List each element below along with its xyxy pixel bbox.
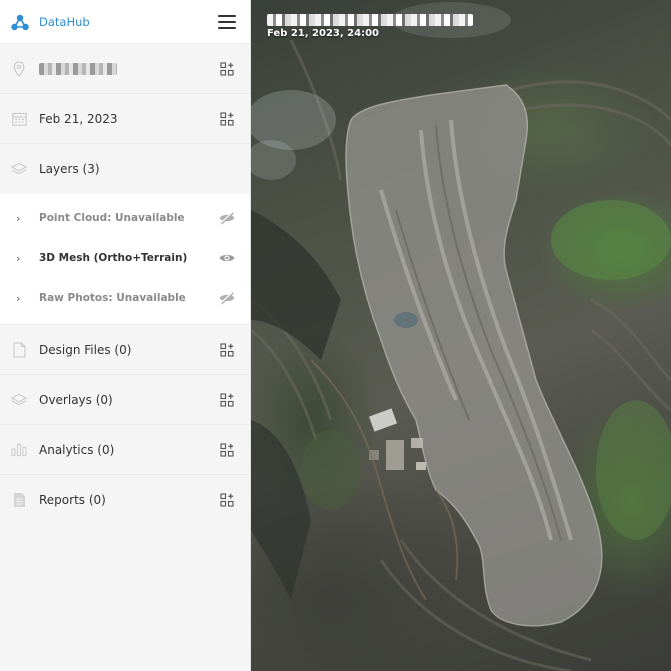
layers-title: Layers (3) [39, 162, 100, 176]
overlays-row[interactable]: Overlays (0) [0, 375, 250, 425]
reports-row[interactable]: Reports (0) [0, 475, 250, 525]
date-row[interactable]: Feb 21, 2023 [0, 94, 250, 144]
location-label [39, 62, 220, 76]
menu-icon[interactable] [218, 14, 236, 29]
document-icon [11, 492, 27, 508]
redacted-map-title [267, 14, 473, 26]
layer-label: 3D Mesh (Ortho+Terrain) [39, 252, 188, 264]
eye-off-icon[interactable] [218, 291, 236, 305]
add-widget-icon[interactable] [220, 442, 234, 457]
map-timestamp: Feb 21, 2023, 24:00 [267, 28, 379, 39]
top-bar: DataHub [0, 0, 250, 44]
brand-name: DataHub [39, 14, 90, 29]
layers-list: › Point Cloud: Unavailable › 3D Mesh (Or… [0, 194, 250, 325]
layers-icon [11, 161, 27, 177]
location-pin-icon [11, 60, 27, 77]
date-label: Feb 21, 2023 [39, 111, 118, 126]
overlays-label: Overlays (0) [39, 392, 113, 407]
analytics-row[interactable]: Analytics (0) [0, 425, 250, 475]
eye-icon[interactable] [218, 251, 236, 265]
file-icon [11, 341, 27, 358]
datahub-logo-icon [11, 14, 29, 30]
design-files-row[interactable]: Design Files (0) [0, 325, 250, 375]
redacted-location [39, 63, 117, 75]
add-widget-icon[interactable] [220, 111, 234, 126]
layer-label: Raw Photos: Unavailable [39, 292, 186, 304]
location-row[interactable] [0, 44, 250, 94]
map-view[interactable]: Feb 21, 2023, 24:00 [251, 0, 671, 671]
layer-item-point-cloud[interactable]: › Point Cloud: Unavailable [0, 198, 250, 238]
layer-item-raw-photos[interactable]: › Raw Photos: Unavailable [0, 278, 250, 318]
layers-icon [11, 392, 27, 408]
chevron-right-icon[interactable]: › [16, 212, 26, 225]
layer-item-3d-mesh[interactable]: › 3D Mesh (Ortho+Terrain) [0, 238, 250, 278]
eye-off-icon[interactable] [218, 211, 236, 225]
chevron-right-icon[interactable]: › [16, 252, 26, 265]
design-files-label: Design Files (0) [39, 342, 132, 357]
bar-chart-icon [11, 442, 27, 458]
calendar-icon [11, 111, 27, 127]
add-widget-icon[interactable] [220, 342, 234, 357]
layers-header[interactable]: Layers (3) [0, 144, 250, 194]
analytics-label: Analytics (0) [39, 442, 115, 457]
add-widget-icon[interactable] [220, 61, 234, 76]
reports-label: Reports (0) [39, 493, 106, 507]
add-widget-icon[interactable] [220, 392, 234, 407]
add-widget-icon[interactable] [220, 493, 234, 507]
chevron-right-icon[interactable]: › [16, 292, 26, 305]
sidebar: DataHub Feb 21, 2023 Layers (3) › Point … [0, 0, 251, 671]
satellite-imagery [251, 2, 671, 671]
layer-label: Point Cloud: Unavailable [39, 212, 185, 224]
